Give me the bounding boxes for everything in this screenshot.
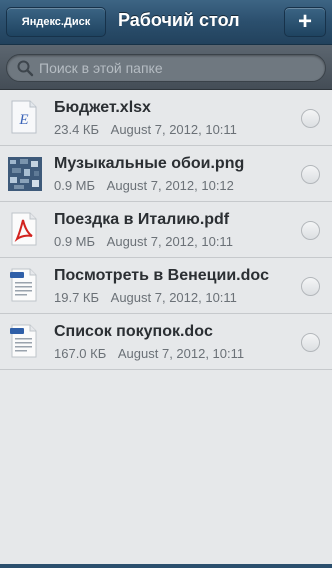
select-radio[interactable] xyxy=(301,277,320,296)
file-meta: 23.4 КБ August 7, 2012, 10:11 xyxy=(54,122,237,137)
file-row[interactable]: E Бюджет.xlsx 23.4 КБ August 7, 2012, 10… xyxy=(0,90,332,146)
file-date: August 7, 2012, 10:11 xyxy=(106,234,233,249)
svg-text:E: E xyxy=(18,112,28,128)
file-name: Музыкальные обои.png xyxy=(54,155,245,172)
file-name: Список покупок.doc xyxy=(54,323,213,340)
file-row[interactable]: Поездка в Италию.pdf 0.9 МБ August 7, 20… xyxy=(0,202,332,258)
search-input[interactable]: Поиск в этой папке xyxy=(6,54,326,82)
file-date: August 7, 2012, 10:12 xyxy=(106,178,234,193)
bottom-edge xyxy=(0,564,332,568)
file-name: Поездка в Италию.pdf xyxy=(54,211,230,228)
search-bar: Поиск в этой папке xyxy=(0,45,332,90)
file-size: 19.7 КБ xyxy=(54,290,100,305)
file-date: August 7, 2012, 10:11 xyxy=(117,346,245,361)
search-placeholder: Поиск в этой папке xyxy=(39,60,163,76)
file-meta: 0.9 МБ August 7, 2012, 10:11 xyxy=(54,234,233,249)
image-thumbnail-icon xyxy=(8,157,42,191)
file-list: E Бюджет.xlsx 23.4 КБ August 7, 2012, 10… xyxy=(0,90,332,370)
file-row[interactable]: Музыкальные обои.png 0.9 МБ August 7, 20… xyxy=(0,146,332,202)
file-row[interactable]: Посмотреть в Венеции.doc 19.7 КБ August … xyxy=(0,258,332,314)
search-icon xyxy=(17,60,34,77)
page-title: Рабочий стол xyxy=(118,10,240,30)
select-radio[interactable] xyxy=(301,221,320,240)
file-meta: 0.9 МБ August 7, 2012, 10:12 xyxy=(54,178,234,193)
file-name: Бюджет.xlsx xyxy=(54,99,151,116)
doc-icon xyxy=(10,268,37,302)
select-radio[interactable] xyxy=(301,165,320,184)
file-name: Посмотреть в Венеции.doc xyxy=(54,267,270,284)
file-date: August 7, 2012, 10:11 xyxy=(110,122,237,137)
select-radio[interactable] xyxy=(301,333,320,352)
add-button[interactable]: + xyxy=(284,7,326,37)
doc-icon xyxy=(10,324,37,358)
file-meta: 19.7 КБ August 7, 2012, 10:11 xyxy=(54,290,237,305)
file-row[interactable]: Список покупок.doc 167.0 КБ August 7, 20… xyxy=(0,314,332,370)
file-size: 0.9 МБ xyxy=(54,234,96,249)
file-size: 0.9 МБ xyxy=(54,178,96,193)
file-date: August 7, 2012, 10:11 xyxy=(110,290,237,305)
pdf-icon xyxy=(11,212,37,246)
file-size: 23.4 КБ xyxy=(54,122,100,137)
navigation-bar: Яндекс.Диск Рабочий стол + xyxy=(0,0,332,45)
file-size: 167.0 КБ xyxy=(54,346,107,361)
spreadsheet-icon: E xyxy=(11,100,37,134)
select-radio[interactable] xyxy=(301,109,320,128)
file-meta: 167.0 КБ August 7, 2012, 10:11 xyxy=(54,346,244,361)
back-button[interactable]: Яндекс.Диск xyxy=(6,7,106,37)
